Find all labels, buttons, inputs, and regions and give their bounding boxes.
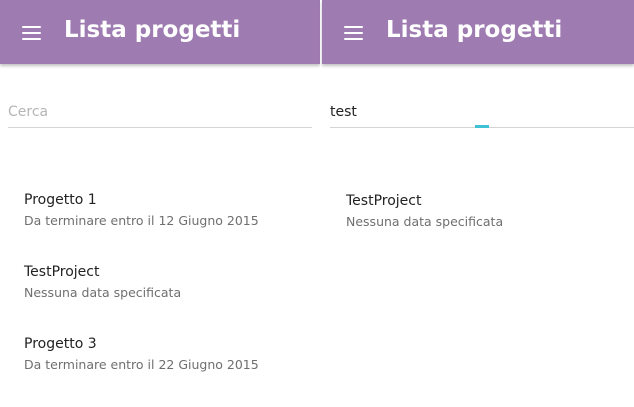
menu-icon[interactable]: [344, 25, 364, 41]
menu-icon[interactable]: [22, 25, 42, 41]
project-item[interactable]: TestProject Nessuna data specificata: [24, 263, 181, 301]
project-deadline: Nessuna data specificata: [346, 214, 504, 229]
project-item[interactable]: Progetto 1 Da terminare entro il 12 Giug…: [24, 191, 259, 229]
app-bar: Lista progetti: [322, 0, 634, 64]
project-item[interactable]: TestProject Nessuna data specificata: [346, 192, 503, 230]
project-item[interactable]: Progetto 3 Da terminare entro il 22 Giug…: [24, 335, 259, 373]
project-name: Progetto 3: [24, 336, 97, 352]
screenshot-stage: Lista progetti Progetto 1 Da terminare e…: [0, 0, 634, 407]
project-deadline: Nessuna data specificata: [24, 285, 182, 300]
project-deadline: Da terminare entro il 12 Giugno 2015: [24, 213, 259, 228]
project-name: Progetto 1: [24, 192, 97, 208]
search-field: [330, 100, 634, 128]
page-title: Lista progetti: [64, 17, 241, 43]
project-name: TestProject: [24, 264, 100, 280]
project-deadline: Da terminare entro il 22 Giugno 2015: [24, 357, 259, 372]
search-input[interactable]: [330, 100, 634, 124]
search-input[interactable]: [8, 100, 312, 124]
project-name: TestProject: [346, 193, 422, 209]
project-search-screen: Lista progetti TestProject Nessuna data …: [322, 0, 634, 407]
page-title: Lista progetti: [386, 17, 563, 43]
search-field: [8, 100, 312, 128]
app-bar: Lista progetti: [0, 0, 320, 64]
project-list-screen: Lista progetti Progetto 1 Da terminare e…: [0, 0, 320, 407]
input-focus-indicator: [475, 125, 489, 128]
